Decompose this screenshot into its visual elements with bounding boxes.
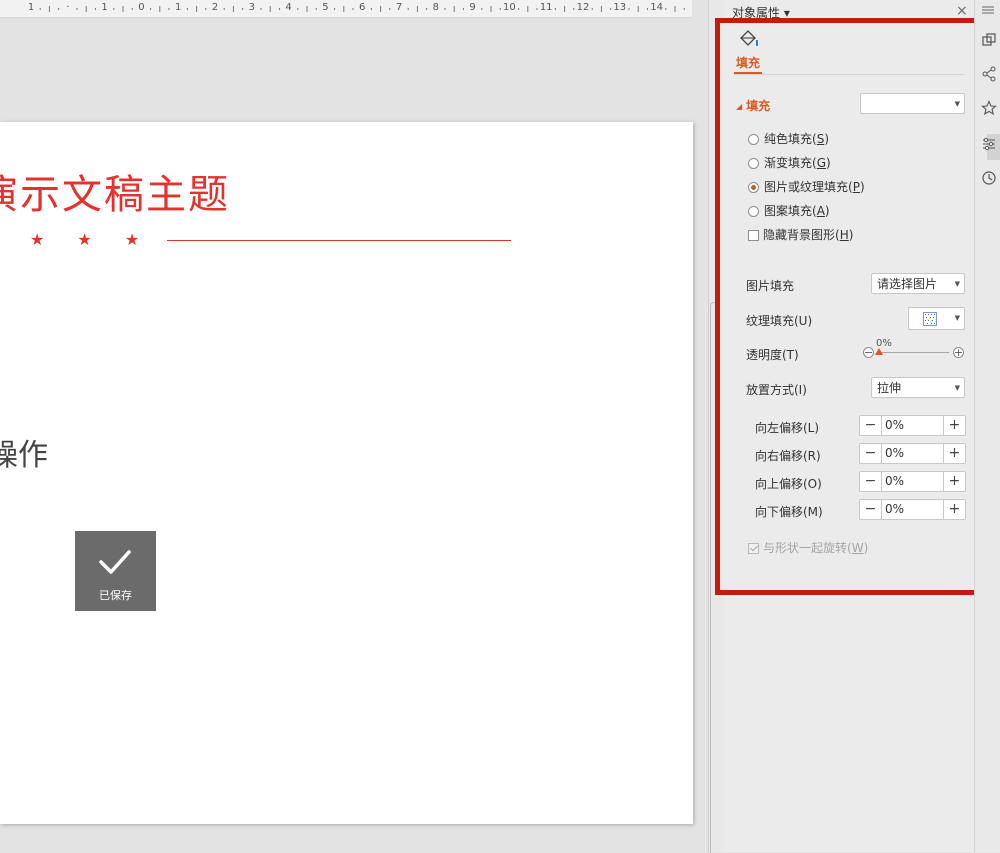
saved-toast-label: 已保存: [99, 589, 132, 602]
menu-icon[interactable]: [981, 5, 995, 15]
pane-splitter[interactable]: [708, 0, 725, 853]
radio-button-selected[interactable]: [748, 182, 759, 193]
offset-left-spinner[interactable]: − 0% +: [859, 415, 966, 436]
placement-label: 放置方式(I): [746, 383, 807, 397]
checkbox-hide-background[interactable]: 隐藏背景图形(H): [748, 226, 853, 243]
offset-right-label: 向右偏移(R): [755, 449, 821, 463]
tab-fill[interactable]: 填充: [736, 54, 760, 71]
ruler-number: 13: [613, 2, 627, 13]
offset-left-label: 向左偏移(L): [755, 421, 820, 435]
offset-top-label: 向上偏移(O): [755, 477, 822, 491]
offset-bottom-label: 向下偏移(M): [755, 505, 823, 519]
transparency-slider-thumb[interactable]: [875, 348, 883, 355]
offset-right-spinner[interactable]: − 0% +: [859, 443, 966, 464]
radio-picture-texture-fill[interactable]: 图片或纹理填充(P): [748, 178, 865, 195]
radio-button[interactable]: [748, 206, 759, 217]
ruler-number: 6: [359, 2, 366, 13]
star-icon[interactable]: [981, 100, 997, 116]
offset-bottom-value[interactable]: 0%: [885, 500, 904, 519]
fill-color-dropdown[interactable]: ▼: [860, 93, 965, 114]
ruler-number: 5: [322, 2, 329, 13]
title-stars: ★ ★ ★: [30, 230, 154, 249]
picture-fill-label: 图片填充: [746, 279, 795, 293]
texture-fill-dropdown[interactable]: ▼: [908, 307, 965, 330]
shape-icon[interactable]: [981, 32, 997, 48]
paint-bucket-icon[interactable]: [738, 29, 760, 49]
dropdown-arrow-icon: ▼: [954, 100, 960, 108]
picture-fill-value: 请选择图片: [877, 277, 938, 291]
transparency-increase-button[interactable]: +: [953, 347, 964, 358]
radio-solid-fill[interactable]: 纯色填充(S): [748, 130, 829, 147]
slide[interactable]: 演示文稿主题 ★ ★ ★ 操作 已保存: [0, 122, 693, 824]
ruler-number: 1: [101, 2, 108, 13]
radio-button[interactable]: [748, 158, 759, 169]
fill-section-header[interactable]: ◢ 填充: [736, 97, 770, 114]
ruler-number: 12: [576, 2, 590, 13]
ruler-number: 1: [27, 2, 35, 13]
tab-divider: [734, 74, 964, 75]
ruler-number: 7: [395, 2, 403, 13]
ruler-number: 14: [650, 2, 663, 13]
radio-gradient-fill[interactable]: 渐变填充(G): [748, 154, 831, 171]
properties-icon[interactable]: [981, 136, 997, 152]
ruler-number: 3: [248, 2, 255, 13]
ruler-number: 8: [432, 2, 439, 13]
decrement-button[interactable]: −: [860, 472, 882, 491]
ruler-number: 9: [469, 2, 476, 13]
texture-pattern-icon: [923, 312, 937, 326]
ruler-number: 4: [285, 2, 292, 13]
collapse-triangle-icon[interactable]: ◢: [736, 102, 742, 111]
placement-dropdown[interactable]: 拉伸 ▼: [871, 377, 965, 398]
transparency-decrease-button[interactable]: −: [863, 347, 874, 358]
horizontal-ruler: 1 · 1 0 1 2 3 4 5 6 7 8 9 10 11 12 13 14: [0, 0, 692, 18]
texture-fill-label: 纹理填充(U): [746, 314, 813, 328]
increment-button[interactable]: +: [943, 500, 965, 519]
checkmark-icon: [99, 550, 131, 574]
ruler-number: ·: [66, 2, 70, 13]
share-icon[interactable]: [981, 66, 997, 82]
decrement-button[interactable]: −: [860, 416, 882, 435]
slide-body-text[interactable]: 操作: [0, 430, 48, 474]
checkbox-disabled: [748, 543, 759, 554]
scroll-track[interactable]: [710, 302, 716, 853]
transparency-slider[interactable]: [879, 352, 949, 353]
offset-top-spinner[interactable]: − 0% +: [859, 471, 966, 492]
picture-fill-dropdown[interactable]: 请选择图片 ▼: [871, 273, 965, 294]
panel-title[interactable]: 对象属性 ▾: [732, 4, 790, 21]
slide-title[interactable]: 演示文稿主题: [0, 162, 230, 220]
decrement-button[interactable]: −: [860, 500, 882, 519]
increment-button[interactable]: +: [943, 444, 965, 463]
slide-canvas: 演示文稿主题 ★ ★ ★ 操作 已保存: [0, 18, 708, 852]
ruler-number: 1: [175, 2, 182, 13]
object-properties-panel: 对象属性 ▾ × 填充 ◢ 填充 ▼ 纯色填充(S) 渐变填充(G) 图片或纹理填…: [724, 0, 974, 852]
checkbox-rotate-with-shape: 与形状一起旋转(W): [748, 539, 868, 556]
dropdown-arrow-icon: ▼: [954, 280, 960, 288]
right-icon-bar: [974, 0, 1000, 852]
transparency-label: 透明度(T): [746, 348, 799, 362]
decrement-button[interactable]: −: [860, 444, 882, 463]
checkbox[interactable]: [748, 230, 759, 241]
ruler-number: 2: [211, 2, 219, 13]
title-underline: [167, 240, 511, 241]
fill-section-title: 填充: [746, 99, 771, 113]
dropdown-arrow-icon: ▼: [954, 384, 960, 392]
close-icon[interactable]: ×: [956, 3, 968, 19]
ruler-number: 10: [503, 2, 516, 13]
offset-left-value[interactable]: 0%: [885, 416, 904, 435]
increment-button[interactable]: +: [943, 416, 965, 435]
radio-button[interactable]: [748, 134, 759, 145]
offset-right-value[interactable]: 0%: [885, 444, 904, 463]
ruler-number: 11: [539, 2, 553, 13]
offset-bottom-spinner[interactable]: − 0% +: [859, 499, 966, 520]
offset-top-value[interactable]: 0%: [885, 472, 904, 491]
history-icon[interactable]: [981, 170, 997, 186]
radio-pattern-fill[interactable]: 图案填充(A): [748, 202, 830, 219]
placement-value: 拉伸: [877, 381, 902, 395]
ruler-number: 0: [138, 2, 145, 13]
saved-toast: 已保存: [75, 531, 156, 611]
dropdown-arrow-icon: ▼: [954, 314, 960, 322]
increment-button[interactable]: +: [943, 472, 965, 491]
